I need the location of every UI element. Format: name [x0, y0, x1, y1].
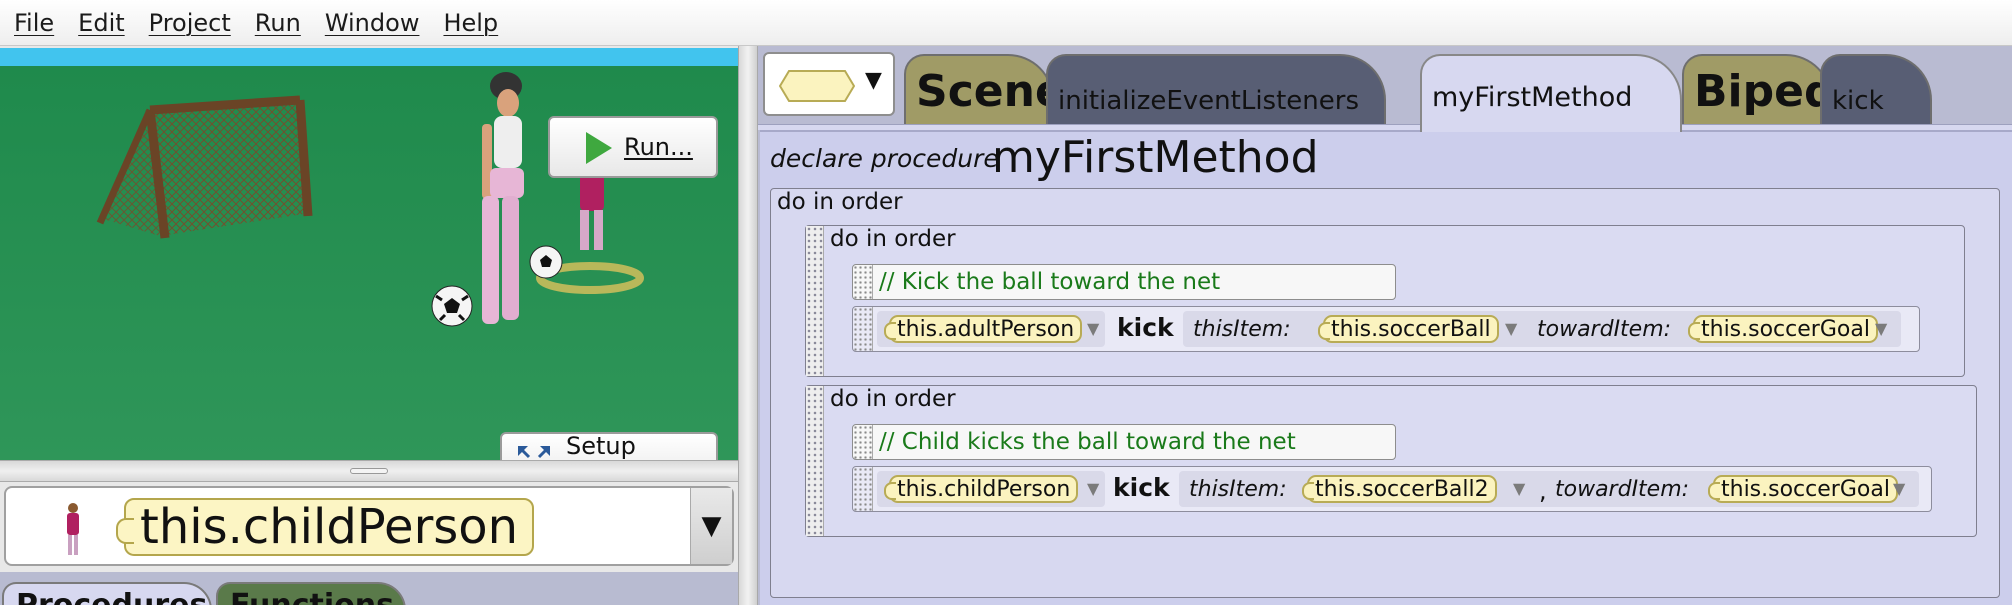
selector-dropdown-button[interactable]: ▼	[690, 488, 732, 564]
code-editor-panel: ▼ Scene initializeEventListeners myFirst…	[758, 46, 2012, 605]
outer-do-in-order-block[interactable]: do in order do in order // Kick the ball…	[770, 188, 2000, 598]
this-item-dropdown-icon[interactable]: ▼	[1513, 479, 1525, 498]
comment-text[interactable]: // Child kicks the ball toward the net	[879, 429, 1296, 455]
type-hexagon-icon	[779, 70, 855, 102]
comma-separator: ,	[1539, 477, 1547, 505]
toward-item-label: towardItem:	[1537, 317, 1672, 342]
this-item-label: thisItem:	[1189, 477, 1287, 502]
toward-item-pill[interactable]: this.soccerGoal	[1708, 475, 1898, 503]
tab-procedures[interactable]: Procedures	[2, 582, 212, 605]
target-slot[interactable]: this.adultPerson ▼	[877, 311, 1105, 347]
run-button-label: Run...	[624, 133, 693, 161]
toward-item-slot[interactable]: towardItem: this.soccerGoal ▼	[1547, 471, 1919, 507]
this-item-pill[interactable]: this.soccerBall2	[1302, 475, 1497, 503]
block-drag-handle[interactable]	[806, 386, 824, 536]
comment-drag-handle[interactable]	[853, 265, 873, 299]
toward-item-dropdown-icon[interactable]: ▼	[1893, 479, 1905, 498]
tab-biped[interactable]: Biped	[1682, 54, 1835, 126]
kick-statement[interactable]: this.childPerson ▼ kick thisItem: this.s…	[852, 466, 1932, 512]
do-in-order-block-2[interactable]: do in order // Child kicks the ball towa…	[805, 385, 1977, 537]
tab-functions[interactable]: Functions	[216, 582, 406, 605]
type-dropdown-arrow-icon: ▼	[865, 68, 882, 93]
vertical-splitter[interactable]	[738, 46, 758, 605]
type-selector[interactable]: ▼	[763, 52, 895, 116]
method-name-heading: myFirstMethod	[992, 132, 1319, 183]
menu-help[interactable]: Help	[439, 7, 502, 39]
scene-3d-render	[0, 48, 738, 460]
declare-procedure-label: declare procedure	[770, 144, 999, 173]
run-button[interactable]: Run...	[548, 116, 718, 178]
toward-item-label: towardItem:	[1555, 477, 1690, 502]
splitter-grip-icon	[350, 468, 388, 474]
target-slot[interactable]: this.childPerson ▼	[877, 471, 1105, 507]
comment-statement[interactable]: // Child kicks the ball toward the net	[852, 424, 1396, 460]
outer-block-header: do in order	[777, 189, 903, 215]
block-2-header: do in order	[830, 386, 956, 412]
child-person-thumbnail-icon	[67, 503, 79, 555]
this-item-pill[interactable]: this.soccerBall	[1318, 315, 1499, 343]
target-dropdown-icon[interactable]: ▼	[1087, 319, 1099, 338]
instance-selector[interactable]: this.childPerson ▼	[4, 486, 734, 566]
kick-keyword: kick	[1117, 313, 1174, 342]
method-editor[interactable]: declare procedure myFirstMethod do in or…	[760, 130, 2012, 605]
toward-item-slot[interactable]: towardItem: this.soccerGoal ▼	[1523, 311, 1901, 347]
tab-kick[interactable]: kick	[1820, 54, 1932, 126]
this-item-label: thisItem:	[1193, 317, 1291, 342]
comment-text[interactable]: // Kick the ball toward the net	[879, 269, 1220, 295]
horizontal-splitter[interactable]	[0, 460, 738, 482]
menu-bar: File Edit Project Run Window Help	[0, 0, 2012, 46]
member-tabs: Procedures Functions	[0, 572, 738, 605]
menu-window[interactable]: Window	[321, 7, 424, 39]
target-dropdown-icon[interactable]: ▼	[1087, 479, 1099, 498]
comment-statement[interactable]: // Kick the ball toward the net	[852, 264, 1396, 300]
menu-project[interactable]: Project	[145, 7, 235, 39]
block-drag-handle[interactable]	[806, 226, 824, 376]
do-in-order-block-1[interactable]: do in order // Kick the ball toward the …	[805, 225, 1965, 377]
setup-scene-button[interactable]: Setup Scene	[500, 432, 718, 460]
comment-drag-handle[interactable]	[853, 425, 873, 459]
scene-view[interactable]: Run... Setup Scene	[0, 48, 738, 460]
menu-file[interactable]: File	[10, 7, 58, 39]
kick-statement[interactable]: this.adultPerson ▼ kick thisItem: this.s…	[852, 306, 1920, 352]
target-pill[interactable]: this.childPerson	[883, 475, 1079, 503]
dropdown-arrow-icon: ▼	[701, 511, 722, 541]
play-icon	[586, 132, 612, 164]
soccer-ball-2	[529, 245, 563, 279]
toward-item-dropdown-icon[interactable]: ▼	[1875, 319, 1887, 338]
kick-keyword: kick	[1113, 473, 1170, 502]
tab-initialize-event-listeners[interactable]: initializeEventListeners	[1046, 54, 1386, 126]
soccer-ball-1	[431, 285, 473, 327]
tab-my-first-method[interactable]: myFirstMethod	[1420, 54, 1682, 132]
toward-item-pill[interactable]: this.soccerGoal	[1688, 315, 1878, 343]
statement-drag-handle[interactable]	[853, 307, 873, 351]
expand-icon	[518, 446, 550, 459]
setup-scene-label: Setup Scene	[566, 432, 636, 460]
tab-scene[interactable]: Scene	[904, 54, 1065, 126]
menu-edit[interactable]: Edit	[74, 7, 128, 39]
target-pill[interactable]: this.adultPerson	[883, 315, 1083, 343]
menu-run[interactable]: Run	[251, 7, 305, 39]
statement-drag-handle[interactable]	[853, 467, 873, 511]
block-1-header: do in order	[830, 226, 956, 252]
selected-instance-pill: this.childPerson	[115, 498, 535, 556]
this-item-dropdown-icon[interactable]: ▼	[1505, 319, 1517, 338]
